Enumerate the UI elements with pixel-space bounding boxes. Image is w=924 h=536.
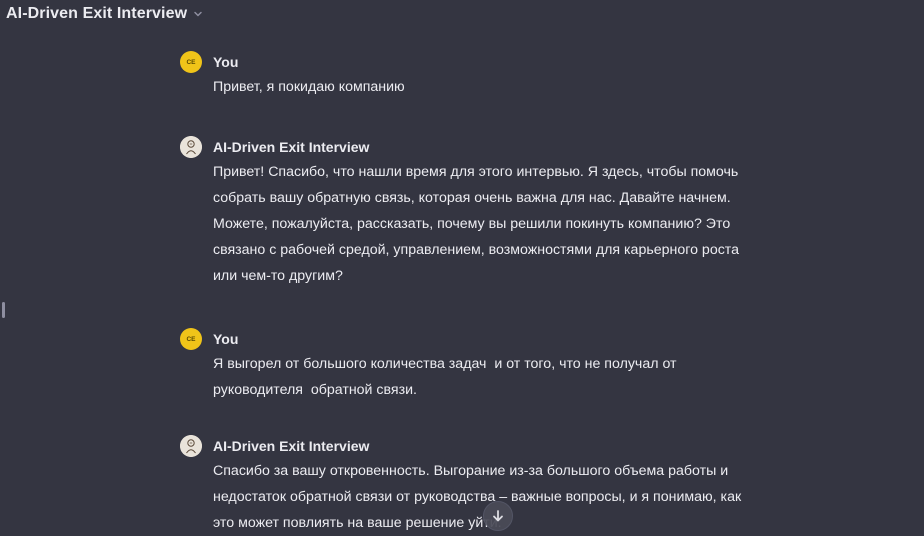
user-avatar: CE xyxy=(180,51,202,73)
bot-avatar-icon xyxy=(180,435,202,457)
scroll-to-bottom-button[interactable] xyxy=(483,501,513,531)
message-user: CE You Привет, я покидаю компанию xyxy=(180,51,770,100)
chat-title: AI-Driven Exit Interview xyxy=(6,5,188,22)
message-assistant: AI-Driven Exit Interview Спасибо за вашу… xyxy=(180,435,770,536)
message-text: Привет, я покидаю компанию xyxy=(213,79,405,95)
chat-app: AI-Driven Exit Interview CE You Привет, … xyxy=(0,0,924,536)
sidebar-toggle-handle[interactable] xyxy=(2,302,5,318)
message-text: Я выгорел от большого количества задач и… xyxy=(213,356,677,398)
message-header: AI-Driven Exit Interview xyxy=(180,136,770,158)
message-author: AI-Driven Exit Interview xyxy=(213,139,370,155)
message-text: Привет! Спасибо, что нашли время для это… xyxy=(213,164,740,284)
message-author: You xyxy=(213,54,239,70)
chevron-down-icon xyxy=(193,9,203,19)
message-header: AI-Driven Exit Interview xyxy=(180,435,770,457)
message-author: AI-Driven Exit Interview xyxy=(213,438,370,454)
message-author: You xyxy=(213,331,239,347)
user-avatar: CE xyxy=(180,328,202,350)
model-selector[interactable]: AI-Driven Exit Interview xyxy=(6,2,203,26)
message-header: CE You xyxy=(180,51,770,73)
message-header: CE You xyxy=(180,328,770,350)
bot-avatar-icon xyxy=(180,136,202,158)
message-user: CE You Я выгорел от большого количества … xyxy=(180,328,770,403)
message-assistant: AI-Driven Exit Interview Привет! Спасибо… xyxy=(180,136,770,289)
arrow-down-icon xyxy=(493,510,503,522)
